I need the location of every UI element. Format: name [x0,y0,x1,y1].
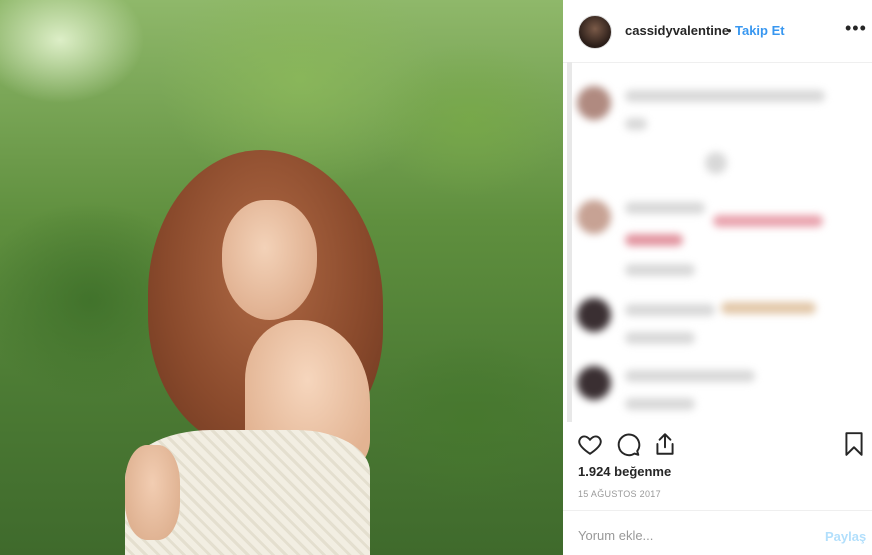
comment-meta-placeholder [625,118,647,130]
comment-meta-placeholder [625,398,695,410]
comment-avatar [577,366,611,400]
username-link[interactable]: cassidyvalentine [625,23,729,38]
separator-dot: • [727,23,732,38]
post-date[interactable]: 15 AĞUSTOS 2017 [578,489,661,499]
comment-avatar [577,298,611,332]
post-header: cassidyvalentine • Takip Et ••• [563,0,872,63]
action-bar [563,425,872,465]
comment-avatar [577,86,611,120]
share-icon[interactable] [652,431,678,457]
comment-meta-placeholder [625,332,695,344]
comment-text-placeholder [625,304,715,316]
comment-icon[interactable] [615,431,641,457]
comments-list-blurred [563,62,872,422]
comment-avatar [577,200,611,234]
divider [563,510,872,511]
bookmark-icon[interactable] [841,431,867,457]
comment-emoji-placeholder [721,302,816,314]
load-more-placeholder [705,152,727,174]
heart-icon[interactable] [577,431,603,457]
comment-meta-placeholder [625,264,695,276]
share-comment-button[interactable]: Paylaş [825,529,866,544]
comment-emoji-placeholder [713,215,823,227]
likes-count[interactable]: 1.924 beğenme [578,464,671,479]
photo-face [222,200,317,320]
post-side-panel: cassidyvalentine • Takip Et ••• 1.924 be… [563,0,872,555]
comment-input[interactable] [578,528,808,543]
comment-text-placeholder [625,202,705,214]
follow-button[interactable]: Takip Et [735,23,785,38]
avatar[interactable] [578,15,612,49]
more-options-icon[interactable]: ••• [845,18,867,39]
comment-text-placeholder [625,90,825,102]
comment-text-placeholder [625,370,755,382]
comment-emoji-placeholder [625,234,683,246]
photo-hand [125,445,180,540]
post-photo[interactable] [0,0,563,555]
comments-scrollbar[interactable] [567,62,572,422]
